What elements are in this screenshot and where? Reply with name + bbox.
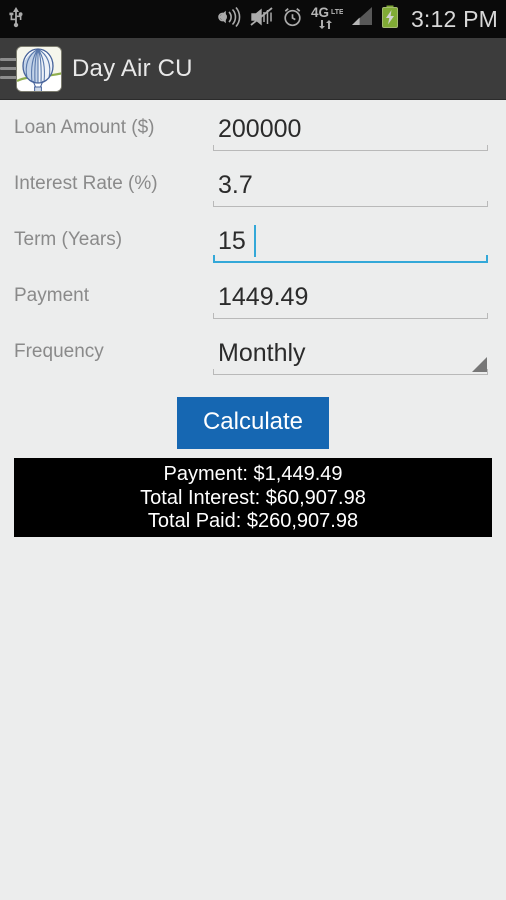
spinner-frequency[interactable]: Monthly: [213, 330, 488, 375]
svg-text:4G: 4G: [311, 5, 329, 20]
value-payment: 1449.49: [218, 283, 309, 311]
form-row-frequency: Frequency Monthly: [0, 324, 506, 380]
input-underline: [213, 201, 488, 207]
input-term-years[interactable]: 15: [213, 218, 488, 263]
value-term-years: 15: [218, 227, 246, 255]
result-payment: Payment: $1,449.49: [163, 463, 343, 485]
alarm-clock-icon: [281, 6, 304, 33]
usb-icon: [6, 6, 26, 33]
battery-charging-icon: [381, 5, 399, 34]
sound-waves-icon: [217, 6, 243, 33]
label-interest-rate: Interest Rate (%): [14, 173, 158, 194]
input-payment[interactable]: 1449.49: [213, 274, 488, 319]
label-frequency: Frequency: [14, 341, 104, 362]
input-underline: [213, 313, 488, 319]
value-loan-amount: 200000: [218, 115, 302, 143]
label-loan-amount: Loan Amount ($): [14, 117, 155, 138]
phone-screen: 4G LTE 3:12 PM Day Air CU Loan Amount ($…: [0, 0, 506, 900]
input-underline-focused: [213, 255, 488, 263]
input-underline: [213, 145, 488, 151]
svg-text:LTE: LTE: [331, 9, 343, 16]
status-bar-left-icons: [6, 6, 26, 33]
page-title: Day Air CU: [72, 55, 193, 82]
text-cursor: [254, 225, 256, 257]
status-bar: 4G LTE 3:12 PM: [0, 0, 506, 38]
input-underline: [213, 369, 488, 375]
hot-air-balloon-app-icon[interactable]: [16, 46, 62, 92]
mute-vibrate-icon: [250, 6, 274, 33]
input-loan-amount[interactable]: 200000: [213, 106, 488, 151]
loan-calculator-form: Loan Amount ($) 200000 Interest Rate (%)…: [0, 100, 506, 380]
value-frequency: Monthly: [218, 339, 306, 367]
action-bar: Day Air CU: [0, 38, 506, 100]
form-row-term-years: Term (Years) 15: [0, 212, 506, 268]
value-interest-rate: 3.7: [218, 171, 253, 199]
results-panel: Payment: $1,449.49 Total Interest: $60,9…: [14, 458, 492, 537]
signal-bars-icon: [350, 6, 374, 33]
status-bar-right-icons: 4G LTE 3:12 PM: [217, 5, 498, 34]
result-total-interest: Total Interest: $60,907.98: [140, 486, 366, 509]
calculate-button[interactable]: Calculate: [176, 397, 330, 449]
label-term-years: Term (Years): [14, 229, 123, 250]
result-total-paid: Total Paid: $260,907.98: [147, 510, 359, 532]
input-interest-rate[interactable]: 3.7: [213, 162, 488, 207]
form-row-payment: Payment 1449.49: [0, 268, 506, 324]
label-payment: Payment: [14, 285, 89, 306]
status-bar-clock: 3:12 PM: [410, 5, 498, 32]
form-row-loan-amount: Loan Amount ($) 200000: [0, 100, 506, 156]
form-row-interest-rate: Interest Rate (%) 3.7: [0, 156, 506, 212]
chevron-down-icon: [472, 357, 487, 372]
calculate-button-container: Calculate: [0, 397, 506, 449]
network-4glte-icon: 4G LTE: [311, 5, 344, 34]
